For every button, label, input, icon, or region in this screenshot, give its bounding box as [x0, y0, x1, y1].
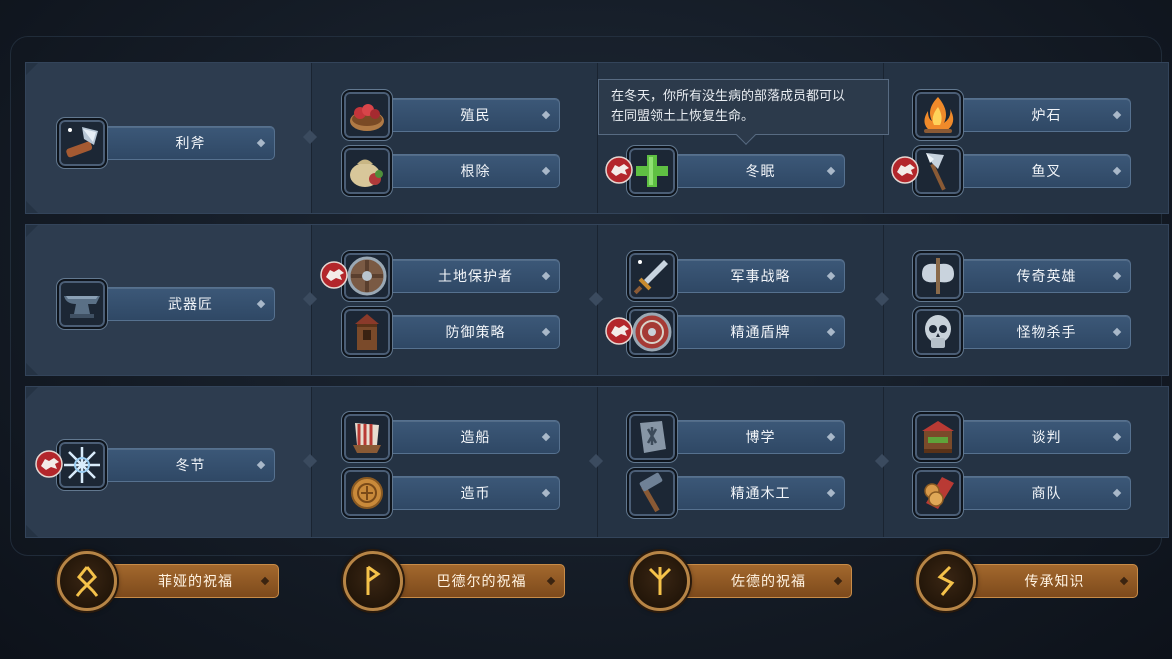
skill-label: 根除 — [392, 154, 560, 188]
axe-icon — [57, 118, 107, 168]
skill-label: 造币 — [392, 476, 560, 510]
skill-node-monster-slayer[interactable]: 怪物杀手 — [913, 307, 1133, 357]
skill-node-minting[interactable]: 造币 — [342, 468, 562, 518]
skill-label: 怪物杀手 — [963, 315, 1131, 349]
skill-label: 精通木工 — [677, 476, 845, 510]
skill-label: 军事战略 — [677, 259, 845, 293]
skill-label: 谈判 — [963, 420, 1131, 454]
battle-axe-icon — [913, 251, 963, 301]
watchtower-icon — [342, 307, 392, 357]
sowilo-rune-icon — [916, 551, 976, 611]
skill-node-defense-strategy[interactable]: 防御策略 — [342, 307, 562, 357]
skill-tooltip: 在冬天，你所有没生病的部落成员都可以 在同盟领土上恢复生命。 — [598, 79, 889, 145]
skill-node-weaponsmith[interactable]: 武器匠 — [57, 279, 277, 329]
skill-label: 冬眠 — [677, 154, 845, 188]
skill-node-caravan[interactable]: 商队 — [913, 468, 1133, 518]
longship-icon — [342, 412, 392, 462]
sword-icon — [627, 251, 677, 301]
othala-rune-icon — [57, 551, 117, 611]
blessing-label: 传承知识 — [972, 564, 1138, 598]
skill-label: 造船 — [392, 420, 560, 454]
blessing-baldur[interactable]: 巴德尔的祝福 — [343, 551, 567, 611]
skull-icon — [913, 307, 963, 357]
wunjo-rune-icon — [343, 551, 403, 611]
skill-node-hearthstone[interactable]: 炉石 — [913, 90, 1133, 140]
skill-label: 博学 — [677, 420, 845, 454]
wolf-badge-icon — [320, 261, 350, 289]
blessing-label: 佐德的祝福 — [686, 564, 852, 598]
skill-node-erudition[interactable]: 博学 — [627, 412, 847, 462]
skill-node-military-strategy[interactable]: 军事战略 — [627, 251, 847, 301]
wolf-badge-icon — [35, 450, 65, 478]
skill-node-colonize[interactable]: 殖民 — [342, 90, 562, 140]
skill-label: 防御策略 — [392, 315, 560, 349]
hammer-icon — [627, 468, 677, 518]
berries-basket-icon — [342, 90, 392, 140]
blessing-freyja[interactable]: 菲娅的祝福 — [57, 551, 281, 611]
coin-icon — [342, 468, 392, 518]
rune-stone-icon — [627, 412, 677, 462]
skill-label: 土地保护者 — [392, 259, 560, 293]
skill-label: 商队 — [963, 476, 1131, 510]
skill-node-legendary-hero[interactable]: 传奇英雄 — [913, 251, 1133, 301]
wolf-badge-icon — [605, 156, 635, 184]
skill-label: 殖民 — [392, 98, 560, 132]
sack-icon — [342, 146, 392, 196]
blessing-inherited-knowledge[interactable]: 传承知识 — [916, 551, 1140, 611]
skill-node-shipbuilding[interactable]: 造船 — [342, 412, 562, 462]
skill-node-negotiation[interactable]: 谈判 — [913, 412, 1133, 462]
skill-label: 利斧 — [107, 126, 275, 160]
wolf-badge-icon — [891, 156, 921, 184]
coins-scroll-icon — [913, 468, 963, 518]
skill-node-eradicate[interactable]: 根除 — [342, 146, 562, 196]
skill-label: 传奇英雄 — [963, 259, 1131, 293]
skill-label: 鱼叉 — [963, 154, 1131, 188]
skill-node-harpoon[interactable]: 鱼叉 — [891, 146, 1133, 196]
skill-node-axe[interactable]: 利斧 — [57, 118, 277, 168]
skill-label: 精通盾牌 — [677, 315, 845, 349]
blessing-label: 菲娅的祝福 — [113, 564, 279, 598]
blessing-zod[interactable]: 佐德的祝福 — [630, 551, 854, 611]
blessing-label: 巴德尔的祝福 — [399, 564, 565, 598]
tooltip-line-1: 在冬天，你所有没生病的部落成员都可以 — [611, 89, 846, 104]
skill-label: 炉石 — [963, 98, 1131, 132]
tooltip-line-2: 在同盟领土上恢复生命。 — [611, 109, 755, 124]
skill-node-winter-festival[interactable]: 冬节 — [35, 440, 277, 490]
anvil-icon — [57, 279, 107, 329]
skill-label: 武器匠 — [107, 287, 275, 321]
skill-node-hibernate[interactable]: 冬眠 — [605, 146, 847, 196]
skill-node-shield-mastery[interactable]: 精通盾牌 — [605, 307, 847, 357]
skill-node-land-protector[interactable]: 土地保护者 — [320, 251, 562, 301]
campfire-icon — [913, 90, 963, 140]
skill-label: 冬节 — [107, 448, 275, 482]
wolf-badge-icon — [605, 317, 635, 345]
market-stall-icon — [913, 412, 963, 462]
algiz-rune-icon — [630, 551, 690, 611]
skill-node-carpentry-mastery[interactable]: 精通木工 — [627, 468, 847, 518]
